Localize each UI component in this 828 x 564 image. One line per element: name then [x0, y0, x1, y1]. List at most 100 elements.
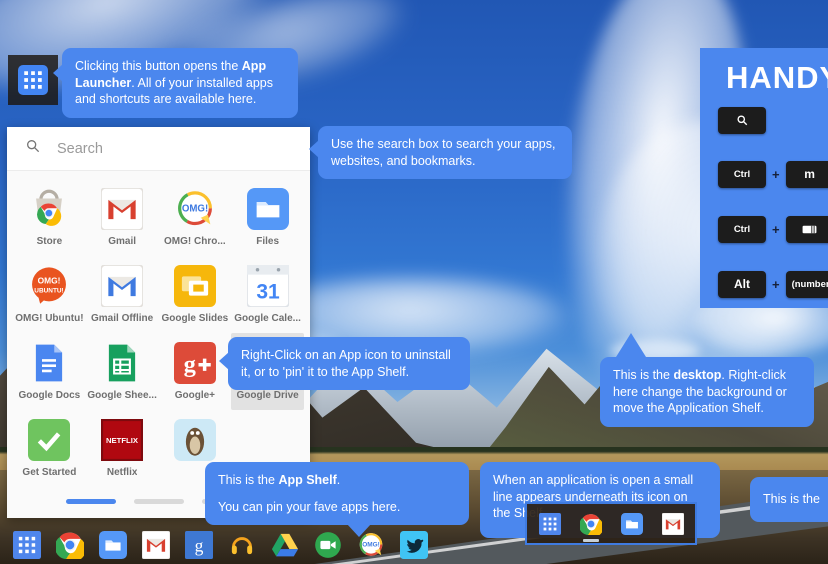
key-m: m: [786, 161, 828, 188]
shortcut-row: Alt + (number): [718, 270, 828, 298]
preview-icon-launcher: [539, 513, 561, 535]
sheets-icon: [101, 342, 143, 384]
svg-text:NETFLIX: NETFLIX: [106, 436, 139, 445]
netflix-icon: NETFLIX: [101, 419, 143, 461]
hootsuite-icon: [174, 419, 216, 461]
app-tile-gmail[interactable]: Gmail: [86, 179, 159, 256]
omg-ubuntu-icon: OMG! UBUNTU!: [28, 265, 70, 307]
preview-icon-gmail: [662, 513, 684, 535]
app-label: Google+: [175, 390, 215, 402]
callout-app-launcher: Clicking this button opens the App Launc…: [62, 48, 298, 118]
key-Ctrl: Ctrl: [718, 216, 766, 243]
shelf-preview-image: [525, 502, 697, 545]
app-tile-omg-ubuntu[interactable]: OMG! UBUNTU! OMG! Ubuntu!: [13, 256, 86, 333]
app-tile-store[interactable]: Store: [13, 179, 86, 256]
app-launcher-button[interactable]: [8, 55, 58, 105]
app-label: Gmail Offline: [91, 313, 153, 325]
gmail-icon: [101, 188, 143, 230]
shortcut-row: [718, 106, 766, 134]
search-input[interactable]: Search: [7, 127, 310, 171]
shelf-icon-play-music[interactable]: [228, 531, 256, 559]
callout-search: Use the search box to search your apps, …: [318, 126, 572, 179]
shelf-icon-chrome[interactable]: [56, 531, 84, 559]
search-key-icon: [718, 107, 766, 134]
app-label: Google Shee...: [87, 390, 156, 402]
chromeos-desktop: HANDY Ctrl + m Ctrl + Alt + (number) Search Sto…: [0, 0, 828, 564]
app-label: Google Drive: [237, 390, 299, 402]
shelf-icon-files[interactable]: [99, 531, 127, 559]
shortcut-row: Ctrl +: [718, 215, 828, 243]
app-tile-omg-chrome[interactable]: OMG! OMG! Chro...: [159, 179, 232, 256]
preview-icon-chrome: [580, 513, 602, 535]
page-indicator-1[interactable]: [66, 499, 116, 504]
shortcut-row: Ctrl + m: [718, 160, 828, 188]
callout-tail: [53, 64, 63, 82]
callout-cut-off: This is the: [750, 477, 828, 522]
page-indicator-2[interactable]: [134, 499, 184, 504]
callout-right-click: Right-Click on an App icon to uninstall …: [228, 337, 470, 390]
key-(number): (number): [786, 271, 828, 298]
calendar-icon: 31: [247, 265, 289, 307]
app-label: Google Docs: [19, 390, 81, 402]
svg-text:g: g: [195, 535, 204, 555]
app-label: Google Slides: [162, 313, 229, 325]
app-launcher-panel: Search Store Gmail OMG! OMG! Chro... Fil…: [7, 127, 310, 518]
key-Alt: Alt: [718, 271, 766, 298]
svg-text:OMG!: OMG!: [182, 203, 208, 214]
app-launcher-icon: [18, 65, 48, 95]
app-tile-gplus[interactable]: g Google+: [159, 333, 232, 410]
callout-desktop: This is the desktop. Right-click here ch…: [600, 357, 814, 427]
app-tile-files[interactable]: Files: [231, 179, 304, 256]
shelf-icon-drive[interactable]: [271, 531, 299, 559]
slides-icon: [174, 265, 216, 307]
omg-chrome-icon: OMG!: [174, 188, 216, 230]
shelf-icon-launcher[interactable]: [13, 531, 41, 559]
plus-separator: +: [772, 167, 780, 182]
preview-icon-files: [621, 513, 643, 535]
docs-icon: [28, 342, 70, 384]
files-icon: [247, 188, 289, 230]
svg-text:OMG!: OMG!: [38, 275, 61, 285]
callout-tail: [309, 140, 319, 158]
app-label: OMG! Chro...: [164, 236, 226, 248]
app-label: Store: [37, 236, 63, 248]
gmail-offline-icon: [101, 265, 143, 307]
app-tile-slides[interactable]: Google Slides: [159, 256, 232, 333]
app-label: Gmail: [108, 236, 136, 248]
shelf-icon-twitter[interactable]: [400, 531, 428, 559]
gplus-icon: g: [174, 342, 216, 384]
callout-tail: [616, 333, 646, 357]
svg-text:g: g: [184, 350, 197, 377]
store-icon: [28, 188, 70, 230]
svg-text:UBUNTU!: UBUNTU!: [35, 287, 64, 294]
shelf-icon-google-search[interactable]: g: [185, 531, 213, 559]
svg-text:31: 31: [256, 280, 280, 303]
plus-separator: +: [772, 277, 780, 292]
shelf-icon-gmail[interactable]: [142, 531, 170, 559]
app-label: OMG! Ubuntu!: [15, 313, 83, 325]
plus-separator: +: [772, 222, 780, 237]
get-started-icon: [28, 419, 70, 461]
app-label: Get Started: [22, 467, 76, 479]
window-switcher-key-icon: [786, 216, 828, 243]
callout-tail: [347, 524, 371, 537]
key-Ctrl: Ctrl: [718, 161, 766, 188]
search-placeholder: Search: [57, 141, 103, 157]
app-tile-gmail-offline[interactable]: Gmail Offline: [86, 256, 159, 333]
shelf-icon-hangouts[interactable]: [314, 531, 342, 559]
svg-text:OMG!: OMG!: [362, 542, 380, 549]
app-label: Files: [256, 236, 279, 248]
app-tile-get-started[interactable]: Get Started: [13, 410, 86, 487]
app-tile-calendar[interactable]: 31 Google Cale...: [231, 256, 304, 333]
handy-shortcuts-panel: HANDY Ctrl + m Ctrl + Alt + (number): [700, 48, 828, 308]
app-label: Netflix: [107, 467, 138, 479]
app-label: Google Cale...: [234, 313, 301, 325]
app-tile-netflix[interactable]: NETFLIX Netflix: [86, 410, 159, 487]
callout-app-shelf: This is the App Shelf. You can pin your …: [205, 462, 469, 525]
handy-title: HANDY: [726, 60, 828, 96]
app-grid: Store Gmail OMG! OMG! Chro... Files OMG!…: [7, 171, 310, 487]
app-tile-sheets[interactable]: Google Shee...: [86, 333, 159, 410]
search-icon: [25, 138, 41, 159]
callout-tail: [219, 352, 229, 370]
app-tile-docs[interactable]: Google Docs: [13, 333, 86, 410]
